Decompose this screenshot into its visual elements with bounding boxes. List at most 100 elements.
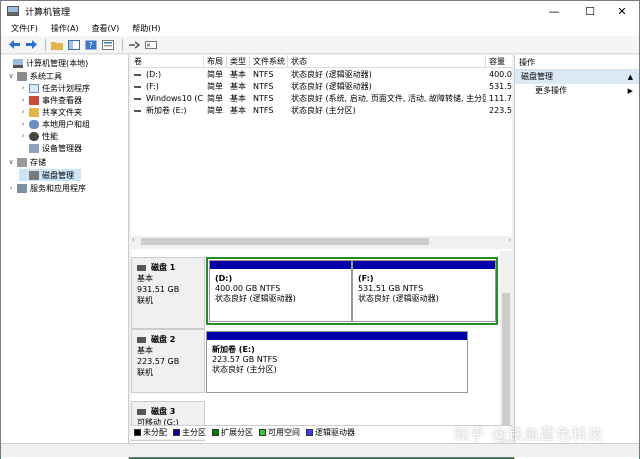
table-row[interactable]: Windows10 (C:) 简单 基本 NTFS 状态良好 (系统, 启动, …: [131, 93, 512, 104]
volume-cell: Windows10 (C:): [131, 93, 204, 104]
tree-item-device-manager[interactable]: 设备管理器: [19, 142, 82, 154]
filesystem-cell: NTFS: [253, 82, 274, 91]
connect-icon[interactable]: [127, 38, 141, 51]
table-row[interactable]: 新加卷 (E:) 简单 基本 NTFS 状态良好 (主分区) 223.5: [131, 105, 512, 116]
performance-icon: [29, 131, 39, 141]
chevron-right-icon[interactable]: ›: [19, 108, 27, 116]
tree-item-event-viewer[interactable]: › 事件查看器: [19, 94, 82, 106]
settings-icon[interactable]: [144, 38, 158, 51]
status-cell: 状态良好 (逻辑驱动器): [291, 82, 372, 91]
filesystem-cell: NTFS: [253, 70, 274, 79]
tree-item-task-scheduler[interactable]: › 任务计划程序: [19, 82, 90, 94]
chevron-right-icon[interactable]: ›: [19, 120, 27, 128]
tree-item-label: 存储: [30, 157, 46, 167]
legend-swatch: [212, 429, 219, 436]
maximize-button[interactable]: ☐: [573, 1, 607, 21]
column-header-filesystem[interactable]: 文件系统: [250, 55, 288, 68]
tree-item-disk-management[interactable]: 磁盘管理: [19, 169, 81, 181]
show-tree-icon[interactable]: [67, 38, 81, 51]
chevron-right-icon[interactable]: ›: [19, 132, 27, 140]
properties-icon[interactable]: [101, 38, 115, 51]
volume-icon: [134, 97, 141, 100]
chevron-right-icon[interactable]: ›: [19, 84, 27, 92]
capacity-cell: 223.5: [489, 106, 512, 115]
volume-cell: (D:): [131, 69, 204, 80]
tree-item-storage[interactable]: ∨ 存储: [7, 156, 46, 168]
menu-action[interactable]: 操作(A): [51, 23, 79, 34]
users-icon: [29, 119, 39, 129]
column-header-capacity[interactable]: 容量: [486, 55, 512, 68]
extended-partition[interactable]: (D:) 400.00 GB NTFS 状态良好 (逻辑驱动器) (F:) 53…: [206, 257, 498, 325]
scrollbar-thumb[interactable]: [141, 238, 429, 245]
actions-header: 操作: [515, 55, 639, 70]
horizontal-scrollbar[interactable]: ‹ ›: [131, 236, 512, 247]
legend-item: 未分配: [134, 427, 167, 438]
legend-item: 可用空间: [259, 427, 300, 438]
column-header-status[interactable]: 状态: [288, 55, 486, 68]
close-button[interactable]: ✕: [605, 1, 639, 21]
back-arrow-icon[interactable]: [7, 38, 21, 51]
tree-item-system-tools[interactable]: ∨ 系统工具: [7, 70, 62, 82]
menu-file[interactable]: 文件(F): [11, 23, 38, 34]
filesystem-cell: NTFS: [253, 94, 274, 103]
chevron-right-icon[interactable]: ›: [19, 96, 27, 104]
status-cell: 状态良好 (系统, 启动, 页面文件, 活动, 故障转储, 主分区): [291, 94, 486, 103]
partition-size: 400.00 GB NTFS: [215, 284, 281, 293]
disk-name: 磁盘 2: [151, 335, 176, 344]
tree-item-services-apps[interactable]: › 服务和应用程序: [7, 182, 86, 194]
layout-cell: 简单: [207, 70, 223, 79]
column-header-type[interactable]: 类型: [227, 55, 250, 68]
table-row[interactable]: (D:) 简单 基本 NTFS 状态良好 (逻辑驱动器) 400.0: [131, 69, 512, 80]
tree-item-root[interactable]: 计算机管理(本地): [3, 57, 88, 69]
minimize-button[interactable]: —: [537, 1, 571, 21]
legend-swatch: [173, 429, 180, 436]
services-icon: [17, 183, 27, 193]
computer-management-app-icon: [7, 6, 19, 16]
legend-swatch: [259, 429, 266, 436]
chevron-down-icon[interactable]: ∨: [7, 72, 15, 80]
column-header-layout[interactable]: 布局: [204, 55, 227, 68]
storage-icon: [17, 157, 27, 167]
disk-icon: [137, 264, 146, 271]
partition-d[interactable]: (D:) 400.00 GB NTFS 状态良好 (逻辑驱动器): [209, 260, 352, 322]
tree-item-shared-folders[interactable]: › 共享文件夹: [19, 106, 82, 118]
volume-cell: (F:): [131, 81, 204, 92]
device-manager-icon: [29, 143, 39, 153]
disk-1-label[interactable]: 磁盘 1 基本 931.51 GB 联机: [131, 257, 205, 329]
column-header-volume[interactable]: 卷: [131, 55, 204, 68]
title-bar[interactable]: 计算机管理 — ☐ ✕: [1, 1, 639, 21]
actions-pane: 操作 磁盘管理 ▲ 更多操作 ▶: [514, 55, 639, 459]
menu-view[interactable]: 查看(V): [92, 23, 120, 34]
legend-label: 主分区: [182, 428, 206, 437]
chevron-right-icon[interactable]: ›: [7, 184, 15, 192]
partition-size: 223.57 GB NTFS: [212, 355, 278, 364]
menu-bar: 文件(F) 操作(A) 查看(V) 帮助(H): [1, 21, 639, 36]
vertical-scrollbar[interactable]: [500, 251, 512, 443]
chevron-right-icon: ▶: [627, 87, 633, 95]
scroll-right-arrow-icon[interactable]: ›: [508, 236, 511, 244]
menu-help[interactable]: 帮助(H): [132, 23, 160, 34]
partition-f[interactable]: (F:) 531.51 GB NTFS 状态良好 (逻辑驱动器): [352, 260, 496, 322]
chevron-down-icon[interactable]: ∨: [7, 158, 15, 166]
tree-item-local-users[interactable]: › 本地用户和组: [19, 118, 90, 130]
forward-arrow-icon[interactable]: [24, 38, 38, 51]
legend-label: 可用空间: [268, 428, 300, 437]
disk-name: 磁盘 3: [151, 407, 176, 416]
disk-type: 基本: [137, 274, 153, 283]
partition-size: 531.51 GB NTFS: [358, 284, 424, 293]
computer-management-window: 计算机管理 — ☐ ✕ 文件(F) 操作(A) 查看(V) 帮助(H) ? 计算…: [0, 0, 640, 459]
table-row[interactable]: (F:) 简单 基本 NTFS 状态良好 (逻辑驱动器) 531.5: [131, 81, 512, 92]
partition-e[interactable]: 新加卷 (E:) 223.57 GB NTFS 状态良好 (主分区): [206, 331, 468, 393]
tree-item-label: 性能: [42, 131, 58, 141]
folder-up-icon[interactable]: [50, 38, 64, 51]
tree-item-performance[interactable]: › 性能: [19, 130, 58, 142]
help-icon[interactable]: ?: [84, 38, 98, 51]
disk-2-label[interactable]: 磁盘 2 基本 223.57 GB 联机: [131, 329, 205, 393]
disk-size: 931.51 GB: [137, 285, 180, 294]
scroll-left-arrow-icon[interactable]: ‹: [132, 236, 135, 244]
actions-disk-management[interactable]: 磁盘管理 ▲: [515, 70, 639, 84]
legend-swatch: [306, 429, 313, 436]
scrollbar-thumb[interactable]: [502, 293, 510, 433]
actions-more-actions[interactable]: 更多操作 ▶: [515, 84, 639, 98]
caret-up-icon[interactable]: ▲: [628, 70, 633, 84]
